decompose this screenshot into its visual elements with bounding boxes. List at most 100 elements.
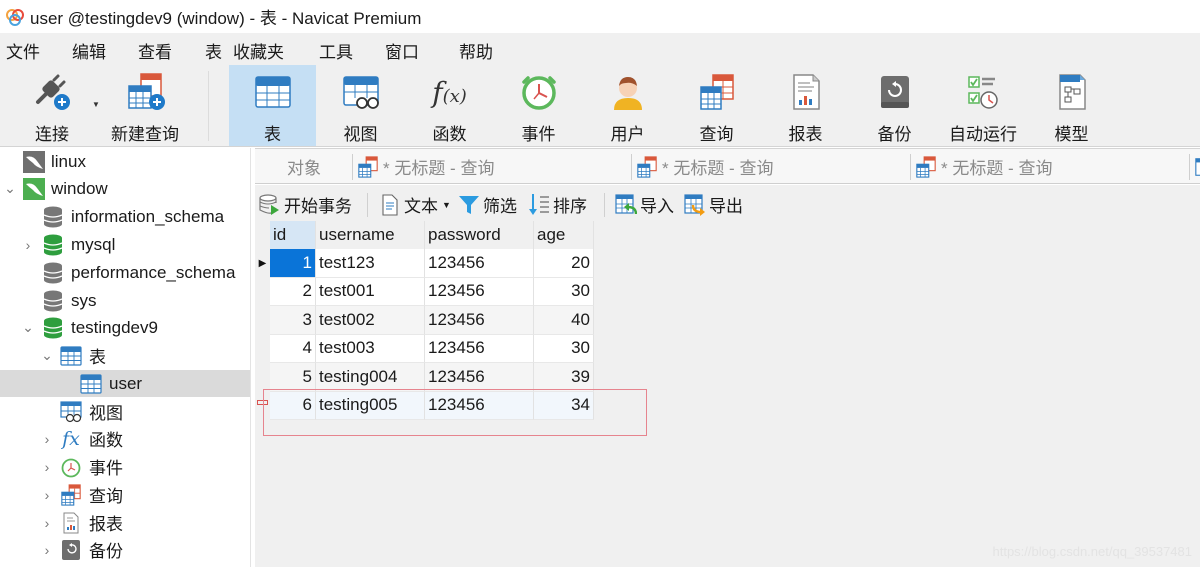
cell-password[interactable]: 123456 <box>425 249 534 278</box>
cell-username[interactable]: testing004 <box>316 363 425 392</box>
cell-age[interactable]: 39 <box>534 363 594 392</box>
cell-username[interactable]: test001 <box>316 277 425 306</box>
tab-overflow[interactable] <box>1194 149 1200 184</box>
grid-header-row: id username password age <box>255 221 594 250</box>
sort-button[interactable]: 排序 <box>528 192 587 217</box>
backup-button[interactable]: 备份 <box>861 65 928 146</box>
table-row[interactable]: 2 test001 123456 30 <box>255 277 594 306</box>
tree-item-tables[interactable]: ⌄ 表 <box>0 342 250 369</box>
title-bar: user @testingdev9 (window) - 表 - Navicat… <box>0 0 1200 33</box>
function-label: 函数 <box>432 125 467 144</box>
menu-view[interactable]: 查看 <box>138 38 172 63</box>
column-header-age[interactable]: age <box>534 221 594 250</box>
chevron-down-icon[interactable]: ⌄ <box>22 319 34 335</box>
tree-item-backups[interactable]: › 备份 <box>0 536 250 563</box>
query-button[interactable]: 查询 <box>683 65 750 146</box>
tree-item-queries[interactable]: › 查询 <box>0 481 250 508</box>
new-query-button[interactable]: 新建查询 <box>104 65 186 146</box>
menu-table[interactable]: 表 <box>205 38 222 63</box>
table-row[interactable]: 3 test002 123456 40 <box>255 306 594 335</box>
data-grid-area: id username password age ▶ 1 test123 123… <box>255 221 1200 567</box>
tree-item-user-table[interactable]: user <box>0 370 250 397</box>
cell-password[interactable]: 123456 <box>425 334 534 363</box>
connection-button[interactable]: 连接 <box>22 65 82 146</box>
user-button[interactable]: 用户 <box>594 65 661 146</box>
text-button[interactable]: 文本 ▼ <box>379 192 451 217</box>
cell-id[interactable]: 1 <box>270 249 316 278</box>
sort-icon <box>528 193 550 216</box>
query-icon <box>916 155 936 178</box>
table-row[interactable]: ▶ 1 test123 123456 20 <box>255 249 594 278</box>
function-button[interactable]: f(x) 函数 <box>416 65 483 146</box>
cell-id[interactable]: 5 <box>270 363 316 392</box>
chevron-down-icon[interactable]: ⌄ <box>4 180 16 196</box>
cell-age[interactable]: 30 <box>534 277 594 306</box>
cell-age[interactable]: 40 <box>534 306 594 335</box>
tree-item-window[interactable]: ⌄ window <box>0 175 250 202</box>
tree-item-functions[interactable]: › fx 函数 <box>0 425 250 452</box>
report-button[interactable]: 报表 <box>772 65 839 146</box>
chevron-down-icon[interactable]: ⌄ <box>41 347 53 363</box>
navicat-logo-icon <box>6 8 24 26</box>
row-indicator <box>255 334 270 363</box>
chevron-right-icon[interactable]: › <box>41 515 53 531</box>
menu-file[interactable]: 文件 <box>6 38 40 63</box>
begin-transaction-button[interactable]: 开始事务 <box>259 192 352 217</box>
tab-objects[interactable]: 对象 <box>287 149 321 184</box>
cell-username[interactable]: test002 <box>316 306 425 335</box>
text-dropdown-caret-icon[interactable]: ▼ <box>442 200 451 210</box>
table-button[interactable]: 表 <box>229 65 316 146</box>
connection-dropdown-caret-icon[interactable]: ▼ <box>92 100 100 109</box>
tree-item-linux[interactable]: linux <box>0 148 250 175</box>
export-button[interactable]: 导出 <box>684 192 743 217</box>
event-button[interactable]: 事件 <box>505 65 572 146</box>
chevron-right-icon[interactable]: › <box>41 487 53 503</box>
menu-window[interactable]: 窗口 <box>385 38 419 63</box>
database-icon <box>42 262 64 284</box>
tree-item-mysql[interactable]: › mysql <box>0 231 250 258</box>
column-header-password[interactable]: password <box>425 221 534 250</box>
cell-password[interactable]: 123456 <box>425 306 534 335</box>
event-clock-icon <box>517 70 561 114</box>
cell-id[interactable]: 4 <box>270 334 316 363</box>
tree-item-information-schema[interactable]: information_schema <box>0 203 250 230</box>
tree-item-reports[interactable]: › 报表 <box>0 509 250 536</box>
tree-item-testingdev9[interactable]: ⌄ testingdev9 <box>0 314 250 341</box>
automation-button[interactable]: 自动运行 <box>945 65 1021 146</box>
table-row[interactable]: 5 testing004 123456 39 <box>255 363 594 392</box>
view-button[interactable]: 视图 <box>327 65 394 146</box>
current-row-arrow-icon: ▶ <box>255 249 270 278</box>
tab-query-1[interactable]: * 无标题 - 查询 <box>357 149 494 184</box>
cell-username[interactable]: test003 <box>316 334 425 363</box>
chevron-right-icon[interactable]: › <box>41 431 53 447</box>
cell-username[interactable]: test123 <box>316 249 425 278</box>
menu-favorites[interactable]: 收藏夹 <box>233 38 284 63</box>
tree-label: window <box>51 178 108 198</box>
chevron-right-icon[interactable]: › <box>41 542 53 558</box>
chevron-right-icon[interactable]: › <box>22 237 34 253</box>
column-header-id[interactable]: id <box>270 221 316 250</box>
tab-query-3[interactable]: * 无标题 - 查询 <box>915 149 1052 184</box>
import-button[interactable]: 导入 <box>615 192 674 217</box>
table-row[interactable]: 4 test003 123456 30 <box>255 334 594 363</box>
cell-id[interactable]: 2 <box>270 277 316 306</box>
tree-item-views[interactable]: 视图 <box>0 398 250 425</box>
filter-button[interactable]: 筛选 <box>458 192 517 217</box>
menu-help[interactable]: 帮助 <box>459 38 493 63</box>
menu-edit[interactable]: 编辑 <box>72 38 106 63</box>
cell-password[interactable]: 123456 <box>425 277 534 306</box>
menu-tools[interactable]: 工具 <box>319 38 353 63</box>
column-header-username[interactable]: username <box>316 221 425 250</box>
cell-id[interactable]: 3 <box>270 306 316 335</box>
tree-item-performance-schema[interactable]: performance_schema <box>0 259 250 286</box>
event-label: 事件 <box>521 125 556 144</box>
model-button[interactable]: 模型 <box>1038 65 1105 146</box>
tree-item-events[interactable]: › 事件 <box>0 453 250 480</box>
cell-password[interactable]: 123456 <box>425 363 534 392</box>
database-icon <box>42 317 64 339</box>
cell-age[interactable]: 30 <box>534 334 594 363</box>
cell-age[interactable]: 20 <box>534 249 594 278</box>
chevron-right-icon[interactable]: › <box>41 459 53 475</box>
tab-query-2[interactable]: * 无标题 - 查询 <box>636 149 773 184</box>
tree-item-sys[interactable]: sys <box>0 287 250 314</box>
